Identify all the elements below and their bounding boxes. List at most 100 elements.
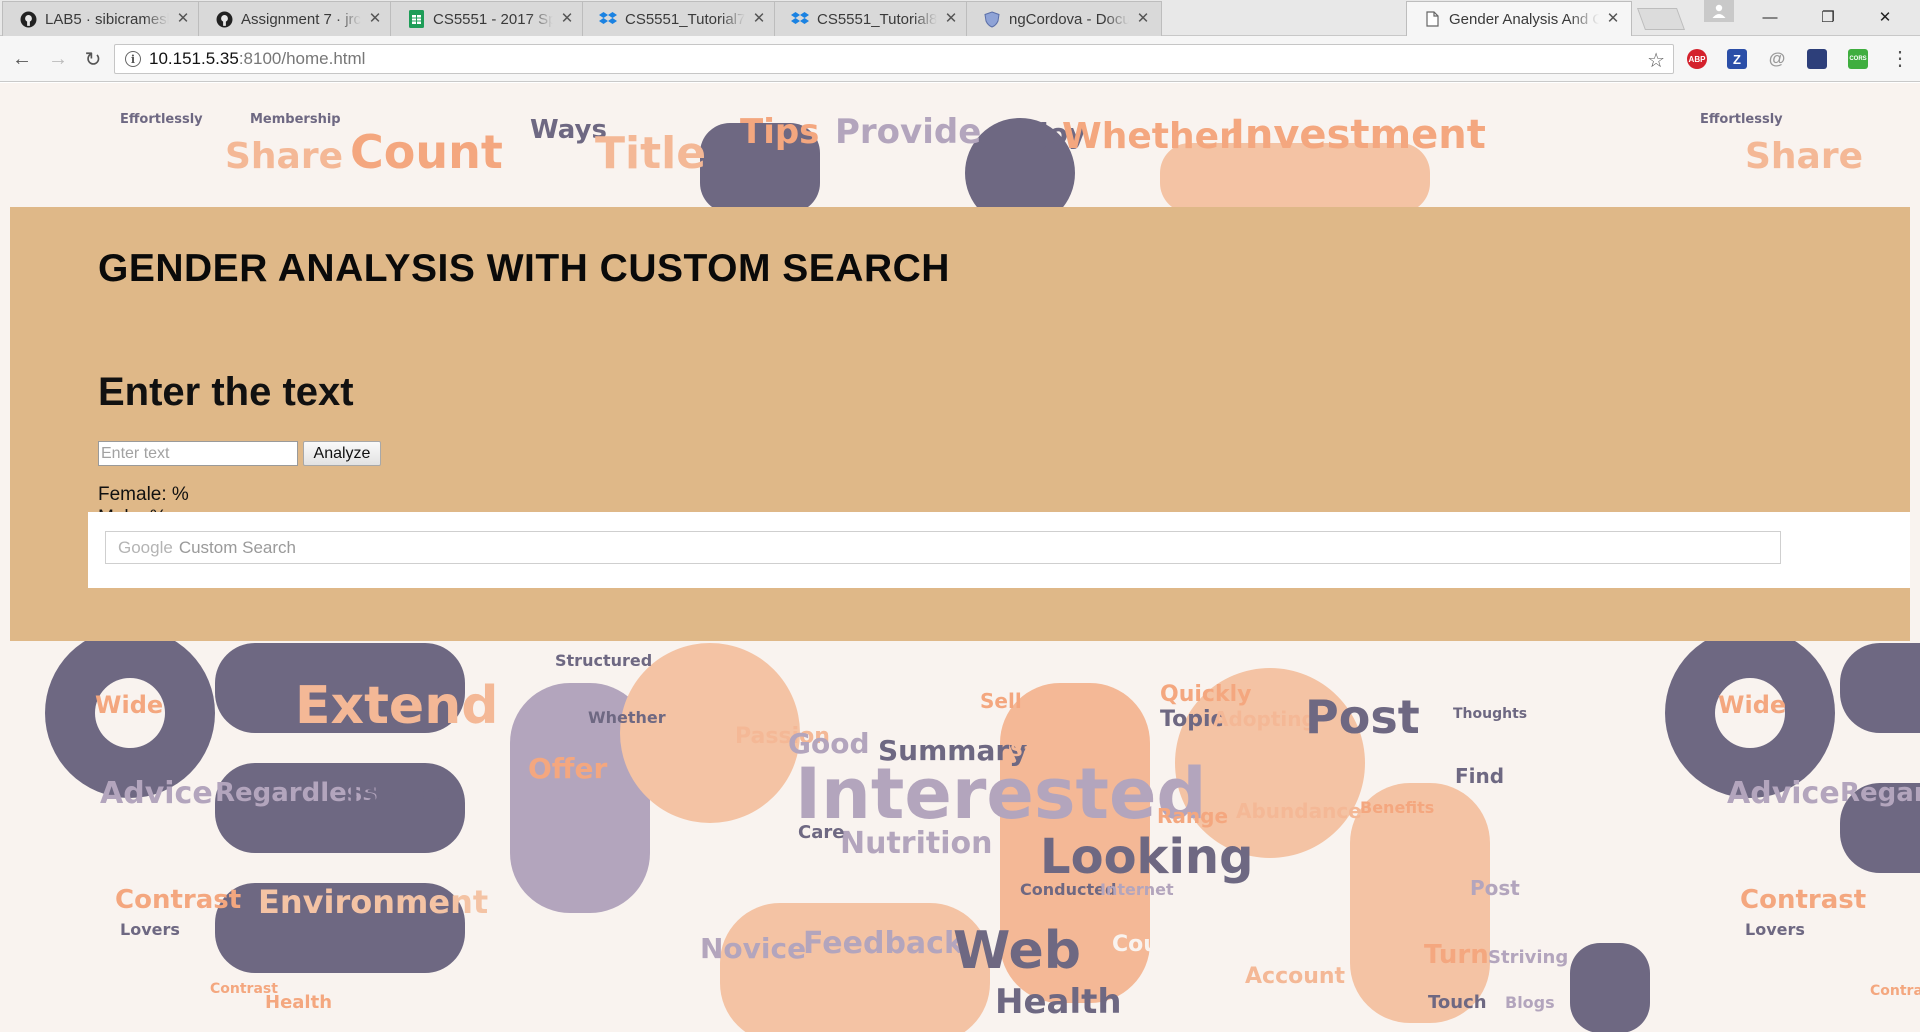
tab-title: CS5551_Tutorial8.pptx [817, 10, 937, 28]
svg-text:Share: Share [1745, 136, 1863, 177]
close-icon[interactable]: ✕ [559, 11, 575, 27]
browser-tab[interactable]: ngCordova - Document ✕ [966, 1, 1162, 36]
close-icon[interactable]: ✕ [367, 11, 383, 27]
svg-text:Internet: Internet [1100, 880, 1174, 899]
close-window-button[interactable]: ✕ [1862, 0, 1908, 34]
browser-toolbar: ← → ↻ i 10.151.5.35:8100/home.html ☆ ABP… [0, 36, 1920, 82]
sheets-icon [407, 10, 425, 28]
svg-text:Advice: Advice [100, 776, 213, 811]
svg-text:Structured: Structured [555, 651, 652, 670]
puzzle-extension-icon[interactable] [1807, 49, 1827, 69]
svg-text:Range: Range [1157, 804, 1228, 828]
svg-text:Sites: Sites [145, 747, 196, 768]
browser-tab[interactable]: CS5551_Tutorial8.pptx ✕ [774, 1, 970, 36]
svg-text:Investment: Investment [1230, 112, 1486, 158]
profile-icon[interactable] [1704, 0, 1734, 22]
google-label: Google [118, 537, 173, 557]
tab-title: LAB5 · sibicramesh/Adv [45, 10, 169, 28]
svg-text:Advice: Advice [1727, 776, 1840, 811]
svg-text:Striving: Striving [1488, 947, 1568, 968]
svg-text:Wide: Wide [95, 691, 163, 719]
address-bar[interactable]: i 10.151.5.35:8100/home.html ☆ [114, 44, 1674, 74]
svg-text:Feedback: Feedback [803, 926, 965, 961]
svg-text:Benefits: Benefits [1360, 798, 1434, 817]
at-sign-icon[interactable]: @ [1767, 49, 1787, 69]
page-icon [1423, 10, 1441, 28]
browser-tab[interactable]: CS5551 - 2017 Spring - ✕ [390, 1, 586, 36]
svg-text:Novice: Novice [700, 932, 806, 965]
svg-text:Count: Count [350, 125, 503, 179]
custom-search-input[interactable]: Google Custom Search [105, 531, 1781, 564]
svg-text:Regard: Regard [1840, 778, 1920, 808]
custom-search-box: Google Custom Search [88, 512, 1910, 588]
svg-text:Account: Account [1245, 964, 1346, 989]
close-icon[interactable]: ✕ [1135, 11, 1151, 27]
close-icon[interactable]: ✕ [751, 11, 767, 27]
tab-title: Gender Analysis And Cu [1449, 10, 1599, 28]
svg-text:Turn: Turn [1424, 940, 1489, 970]
svg-text:Contrast: Contrast [210, 981, 278, 997]
svg-text:Share: Share [225, 136, 343, 177]
svg-text:Find: Find [1455, 764, 1504, 788]
back-arrow-icon[interactable]: ← [8, 45, 36, 73]
svg-text:Looking: Looking [1040, 829, 1253, 885]
text-input[interactable] [98, 441, 298, 466]
svg-text:Effortlessly: Effortlessly [1700, 112, 1783, 127]
browser-tab-active[interactable]: Gender Analysis And Cu ✕ [1406, 1, 1632, 36]
tab-strip: LAB5 · sibicramesh/Adv ✕ Assignment 7 · … [0, 0, 1920, 36]
svg-text:Wide: Wide [1718, 691, 1786, 719]
svg-text:Contrast: Contrast [115, 885, 241, 915]
adblock-plus-icon[interactable]: ABP [1687, 49, 1707, 69]
svg-text:Issues: Issues [348, 776, 454, 811]
svg-text:Whether: Whether [1062, 116, 1237, 157]
svg-text:Web: Web [953, 921, 1081, 981]
menu-icon[interactable]: ⋮ [1890, 46, 1910, 72]
close-icon[interactable]: ✕ [175, 11, 191, 27]
svg-text:Post: Post [1305, 690, 1420, 744]
section-heading: Enter the text [98, 370, 354, 414]
browser-tab[interactable]: LAB5 · sibicramesh/Adv ✕ [2, 1, 202, 36]
github-icon [215, 10, 233, 28]
female-percentage: Female: % [98, 484, 189, 505]
page-title: GENDER ANALYSIS WITH CUSTOM SEARCH [98, 247, 950, 290]
info-icon[interactable]: i [125, 51, 141, 67]
minimize-button[interactable]: — [1747, 0, 1793, 34]
zotero-icon[interactable]: Z [1727, 49, 1747, 69]
tab-title: Assignment 7 · jrcpavan [241, 10, 361, 28]
svg-text:Thoughts: Thoughts [1453, 706, 1527, 722]
svg-text:Abundance: Abundance [1236, 799, 1362, 823]
svg-text:Lovers: Lovers [1745, 920, 1805, 939]
search-placeholder: Custom Search [178, 537, 296, 557]
forward-arrow-icon[interactable]: → [44, 45, 72, 73]
svg-text:Title: Title [595, 128, 706, 179]
svg-text:Quickly: Quickly [1160, 682, 1251, 707]
analyze-button[interactable]: Analyze [303, 441, 381, 466]
svg-text:Sites: Sites [1770, 747, 1821, 768]
svg-text:Effortlessly: Effortlessly [120, 112, 203, 127]
browser-tab[interactable]: Assignment 7 · jrcpavan ✕ [198, 1, 394, 36]
tab-title: CS5551_Tutorial7.pptx [625, 10, 745, 28]
shield-icon [983, 10, 1001, 28]
svg-text:Contrast: Contrast [1870, 983, 1920, 999]
cors-icon[interactable]: CORS [1848, 49, 1868, 69]
svg-text:Interested: Interested [795, 753, 1207, 835]
svg-text:Care: Care [798, 822, 844, 843]
dropbox-icon [791, 10, 809, 28]
svg-text:Provide: Provide [835, 112, 981, 152]
close-icon[interactable]: ✕ [943, 11, 959, 27]
close-icon[interactable]: ✕ [1605, 11, 1621, 27]
restore-button[interactable]: ❐ [1805, 0, 1851, 34]
svg-text:Contrast: Contrast [1740, 885, 1866, 915]
svg-text:Membership: Membership [250, 112, 341, 127]
svg-text:Touch: Touch [1428, 992, 1487, 1013]
page-viewport: Share Count Ways Title Tips Provide Enjo… [0, 83, 1920, 1032]
tab-title: ngCordova - Document [1009, 10, 1129, 28]
svg-text:Count: Count [1112, 932, 1186, 957]
reload-icon[interactable]: ↻ [79, 45, 107, 73]
browser-tab[interactable]: CS5551_Tutorial7.pptx ✕ [582, 1, 778, 36]
new-tab-button[interactable] [1636, 8, 1686, 30]
svg-text:Environment: Environment [258, 883, 488, 921]
bookmark-star-icon[interactable]: ☆ [1647, 48, 1665, 73]
svg-text:Whether: Whether [588, 708, 666, 727]
svg-text:Health: Health [995, 982, 1122, 1022]
